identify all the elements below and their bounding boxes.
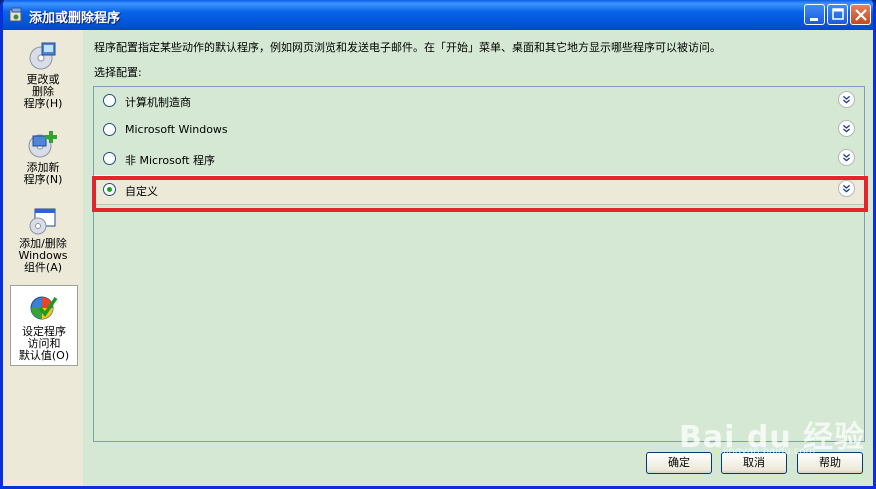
minimize-icon [810, 18, 818, 21]
maximize-button[interactable] [827, 4, 848, 25]
sidebar: 更改或 删除 程序(H) 添加新 程序(N) 添加/删除 Windows 组件(… [3, 30, 83, 486]
radio-button[interactable] [103, 94, 116, 107]
option-custom[interactable]: 自定义 [94, 175, 864, 205]
help-button[interactable]: 帮助 [797, 452, 863, 474]
ok-button[interactable]: 确定 [646, 452, 712, 474]
main-content: 程序配置指定某些动作的默认程序，例如网页浏览和发送电子邮件。在「开始」菜单、桌面… [83, 30, 873, 486]
change-remove-programs-icon [29, 42, 56, 70]
app-icon [9, 7, 22, 22]
sidebar-item-label: 设定程序 访问和 默认值(O) [18, 325, 70, 362]
chevron-down-icon[interactable] [838, 91, 855, 108]
sidebar-item-windows-components[interactable]: 添加/删除 Windows 组件(A) [3, 204, 83, 274]
program-access-defaults-icon [30, 296, 58, 320]
option-label: 非 Microsoft 程序 [125, 154, 216, 167]
option-microsoft-windows[interactable]: Microsoft Windows [94, 116, 864, 144]
title-bar[interactable]: 添加或删除程序 [3, 0, 873, 30]
windows-components-icon [29, 208, 56, 235]
description-text: 程序配置指定某些动作的默认程序，例如网页浏览和发送电子邮件。在「开始」菜单、桌面… [94, 41, 721, 54]
add-remove-programs-window: 添加或删除程序 更改或 删除 程序(H) 添加新 程序(N) 添加/删除 Win… [0, 0, 876, 489]
sidebar-item-add-new[interactable]: 添加新 程序(N) [3, 128, 83, 186]
radio-button[interactable] [103, 123, 116, 136]
radio-button[interactable] [103, 152, 116, 165]
minimize-button[interactable] [804, 4, 825, 25]
close-icon [855, 9, 867, 21]
close-button[interactable] [850, 4, 871, 25]
option-computer-manufacturer[interactable]: 计算机制造商 [94, 87, 864, 115]
choose-configuration-label: 选择配置: [94, 66, 142, 79]
sidebar-item-label: 添加/删除 Windows 组件(A) [18, 237, 68, 274]
option-label: 自定义 [125, 185, 158, 198]
configuration-list: 计算机制造商 Microsoft Windows 非 Microsoft 程序 … [93, 86, 865, 442]
sidebar-item-label: 添加新 程序(N) [23, 161, 63, 186]
radio-button-selected[interactable] [103, 183, 116, 196]
chevron-down-icon[interactable] [838, 180, 855, 197]
sidebar-item-change-remove[interactable]: 更改或 删除 程序(H) [3, 40, 83, 110]
option-label: 计算机制造商 [125, 96, 191, 109]
cancel-button[interactable]: 取消 [721, 452, 787, 474]
add-new-program-icon [28, 131, 57, 158]
maximize-icon [832, 8, 844, 20]
sidebar-item-label: 更改或 删除 程序(H) [23, 73, 63, 110]
option-non-microsoft[interactable]: 非 Microsoft 程序 [94, 145, 864, 173]
sidebar-item-program-access[interactable]: 设定程序 访问和 默认值(O) [10, 285, 78, 366]
chevron-down-icon[interactable] [838, 149, 855, 166]
chevron-down-icon[interactable] [838, 120, 855, 137]
window-title: 添加或删除程序 [29, 11, 121, 26]
option-label: Microsoft Windows [125, 123, 228, 136]
